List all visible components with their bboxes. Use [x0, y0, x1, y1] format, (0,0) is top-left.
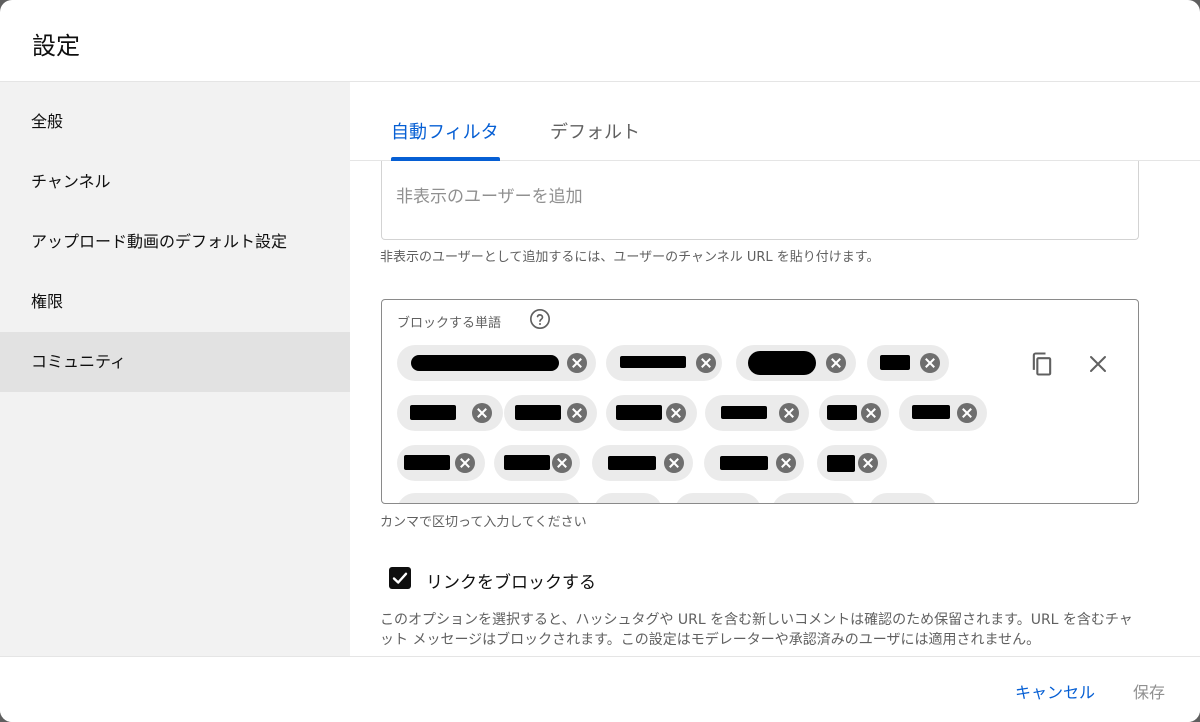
hidden-users-input[interactable]: [396, 184, 1036, 210]
sidebar-item-community[interactable]: コミュニティ: [0, 332, 350, 392]
blocked-words-field[interactable]: ブロックする単語: [381, 299, 1139, 504]
redacted-word: [721, 406, 767, 419]
blocked-word-chip: [592, 445, 693, 481]
block-links-label: リンクをブロックする: [426, 573, 596, 593]
dialog-title: 設定: [32, 32, 80, 60]
remove-word-icon[interactable]: [666, 403, 686, 423]
remove-word-icon[interactable]: [696, 353, 716, 373]
sidebar-item-label: アップロード動画のデフォルト設定: [31, 232, 288, 251]
tab-defaults[interactable]: デフォルト: [550, 118, 640, 144]
remove-word-icon[interactable]: [664, 453, 684, 473]
blocked-word-chip: [772, 493, 856, 503]
blocked-word-chip: [817, 445, 887, 481]
remove-word-icon[interactable]: [567, 403, 587, 423]
blocked-word-chip: [494, 445, 580, 481]
redacted-word: [411, 355, 559, 371]
redacted-word: [404, 455, 450, 470]
remove-word-icon[interactable]: [567, 353, 587, 373]
settings-dialog: 設定 全般 チャンネル アップロード動画のデフォルト設定 権限 コミュニティ 自…: [0, 0, 1200, 722]
blocked-word-chip: [397, 395, 503, 431]
blocked-word-chip: [675, 493, 761, 503]
sidebar-item-permissions[interactable]: 権限: [0, 272, 350, 332]
blocked-words-helper: カンマで区切って入力してください: [380, 515, 587, 530]
blocked-word-chip: [504, 395, 597, 431]
redacted-word: [608, 456, 656, 470]
blocked-word-chip: [606, 345, 722, 381]
hidden-users-helper: 非表示のユーザーとして追加するには、ユーザーのチャンネル URL を貼り付けます…: [380, 250, 880, 265]
redacted-word: [827, 405, 857, 420]
remove-word-icon[interactable]: [776, 453, 796, 473]
remove-word-icon[interactable]: [472, 403, 492, 423]
remove-word-icon[interactable]: [920, 353, 940, 373]
remove-word-icon[interactable]: [779, 403, 799, 423]
redacted-word: [616, 405, 662, 420]
blocked-word-chip: [819, 395, 889, 431]
sidebar-item-channel[interactable]: チャンネル: [0, 152, 350, 212]
redacted-word: [515, 405, 561, 420]
sidebar-item-upload-defaults[interactable]: アップロード動画のデフォルト設定: [0, 212, 350, 272]
sidebar-item-label: チャンネル: [31, 172, 111, 191]
redacted-word: [827, 455, 855, 472]
settings-content: 自動フィルタ デフォルト 非表示のユーザーとして追加するには、ユーザーのチャンネ…: [350, 82, 1200, 656]
blocked-word-chip: [397, 345, 596, 381]
sidebar-item-label: 全般: [31, 112, 64, 131]
checkmark-icon: [392, 572, 408, 584]
redacted-word: [720, 456, 768, 470]
blocked-word-chip: [705, 395, 809, 431]
tab-auto-filter[interactable]: 自動フィルタ: [391, 118, 499, 144]
dialog-footer: キャンセル 保存: [0, 656, 1200, 722]
blocked-words-label: ブロックする単語: [397, 316, 502, 331]
blocked-word-chip: [704, 445, 804, 481]
blocked-word-chip: [397, 445, 485, 481]
blocked-word-chip: [869, 493, 937, 503]
remove-word-icon[interactable]: [826, 353, 846, 373]
redacted-word: [880, 355, 910, 370]
blocked-word-chip: [594, 493, 662, 503]
tab-bar: 自動フィルタ デフォルト: [350, 82, 1200, 161]
blocked-word-chip: [867, 345, 949, 381]
redacted-word: [748, 351, 816, 375]
settings-sidebar: 全般 チャンネル アップロード動画のデフォルト設定 権限 コミュニティ: [0, 82, 350, 656]
remove-word-icon[interactable]: [861, 403, 881, 423]
blocked-word-chip: [899, 395, 987, 431]
copy-icon[interactable]: [1028, 350, 1056, 378]
blocked-word-chip: [606, 395, 697, 431]
block-links-checkbox[interactable]: [389, 567, 411, 589]
help-circle-icon[interactable]: [529, 308, 551, 330]
redacted-word: [620, 356, 686, 368]
redacted-word: [912, 405, 950, 419]
save-button[interactable]: 保存: [1133, 679, 1165, 703]
sidebar-item-general[interactable]: 全般: [0, 92, 350, 152]
active-tab-indicator: [391, 157, 500, 161]
blocked-word-chip: [736, 345, 856, 381]
redacted-word: [410, 405, 456, 420]
sidebar-item-label: コミュニティ: [31, 352, 127, 371]
close-icon[interactable]: [1086, 352, 1110, 376]
remove-word-icon[interactable]: [957, 403, 977, 423]
remove-word-icon[interactable]: [858, 453, 878, 473]
remove-word-icon[interactable]: [552, 453, 572, 473]
blocked-word-chip: [397, 493, 581, 503]
dialog-header: 設定: [0, 0, 1200, 82]
cancel-button[interactable]: キャンセル: [1015, 679, 1095, 703]
block-links-description: このオプションを選択すると、ハッシュタグや URL を含む新しいコメントは確認の…: [380, 612, 1133, 648]
redacted-word: [504, 455, 550, 470]
remove-word-icon[interactable]: [455, 453, 475, 473]
sidebar-item-label: 権限: [31, 292, 64, 311]
